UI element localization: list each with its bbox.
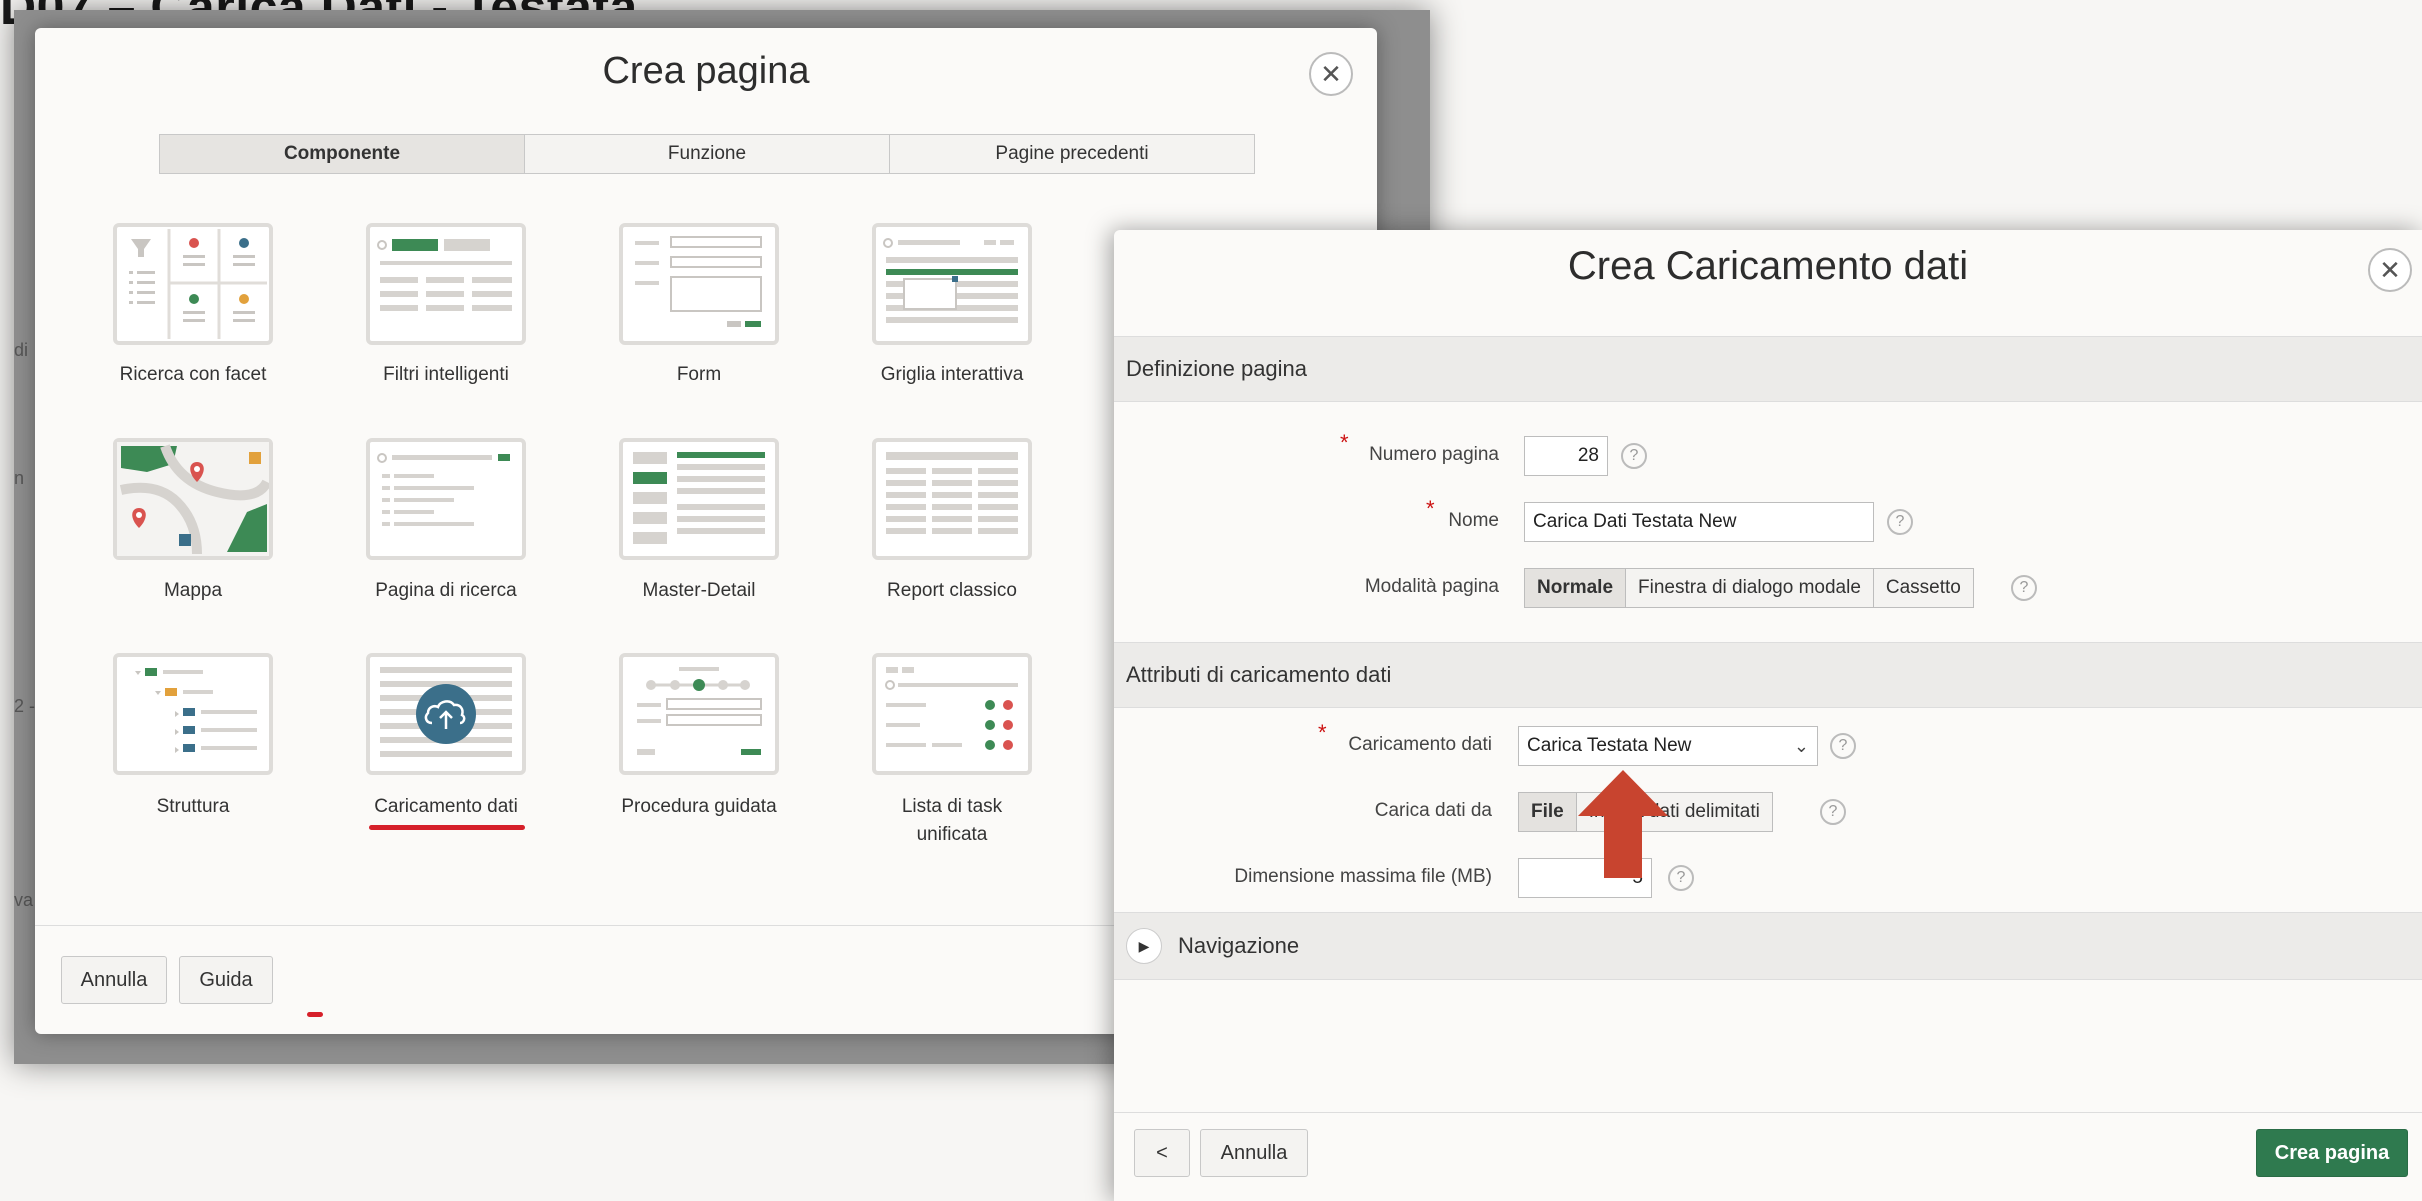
chevron-down-icon: ⌄ (1793, 735, 1809, 756)
interactive-grid-icon (883, 238, 1018, 323)
tile-tree[interactable] (113, 653, 273, 775)
help-icon[interactable]: ? (1887, 509, 1913, 535)
tile-label: Struttura (156, 796, 230, 817)
section-title: Navigazione (1178, 933, 1300, 958)
close-button[interactable]: ✕ (1309, 52, 1353, 96)
unified-task-list-icon (885, 667, 1018, 750)
master-detail-icon (633, 452, 765, 544)
tile-label: Filtri intelligenti (383, 364, 509, 385)
create-page-button[interactable]: Crea pagina (2256, 1129, 2408, 1177)
cancel-button[interactable]: Annulla (1200, 1129, 1308, 1177)
classic-report-icon (886, 452, 1018, 534)
pointer-arrow-icon (1578, 770, 1668, 878)
section-title: Definizione pagina (1126, 356, 1308, 381)
tab-bar: Componente Funzione Pagine precedenti (159, 134, 1255, 174)
page-number-label: Numero pagina (1369, 444, 1499, 465)
page-mode-label: Modalità pagina (1364, 576, 1499, 597)
tile-label: Griglia interattiva (880, 364, 1024, 385)
bg-fragment: va (14, 890, 34, 910)
tile-label: Lista di task unificata (901, 796, 1003, 845)
section-page-definition: Definizione pagina (1114, 336, 2422, 402)
help-icon[interactable]: ? (1621, 443, 1647, 469)
tile-smart-filters[interactable] (366, 223, 526, 345)
chevron-left-icon: < (1156, 1141, 1168, 1164)
tab-componente[interactable]: Componente (160, 135, 525, 173)
tile-label: Mappa (163, 580, 223, 601)
tile-label: Master-Detail (642, 580, 756, 601)
dialog-title: Crea Caricamento dati (1567, 244, 1969, 288)
form-icon (635, 236, 762, 327)
tile-label: Caricamento dati (374, 796, 518, 817)
search-page-icon (377, 453, 510, 526)
page-mode-drawer[interactable]: Cassetto (1874, 569, 1973, 607)
help-icon[interactable]: ? (2011, 575, 2037, 601)
tab-funzione[interactable]: Funzione (525, 135, 890, 173)
tile-unified-task-list[interactable] (872, 653, 1032, 775)
tile-map[interactable] (113, 438, 273, 560)
tree-icon (135, 668, 257, 753)
page-mode-normal[interactable]: Normale (1525, 569, 1627, 607)
tile-label: Pagina di ricerca (375, 580, 517, 601)
cursor-mark (307, 1012, 323, 1017)
section-navigation[interactable]: ▶ Navigazione (1114, 912, 2422, 980)
close-icon: ✕ (2379, 254, 2401, 285)
tile-form[interactable] (619, 223, 779, 345)
tab-pagine-precedenti[interactable]: Pagine precedenti (890, 135, 1254, 173)
help-button[interactable]: Guida (179, 956, 273, 1004)
tile-classic-report[interactable] (872, 438, 1032, 560)
bg-fragment: n (14, 468, 25, 488)
tile-data-loading[interactable] (366, 653, 526, 775)
tile-search-page[interactable] (366, 438, 526, 560)
expand-icon: ▶ (1126, 928, 1162, 964)
close-button[interactable]: ✕ (2368, 248, 2412, 292)
tile-label: Procedura guidata (621, 796, 777, 817)
wizard-icon (637, 667, 762, 755)
tile-label: Ricerca con facet (119, 364, 267, 385)
help-icon[interactable]: ? (1830, 733, 1856, 759)
tile-master-detail[interactable] (619, 438, 779, 560)
load-from-file[interactable]: File (1519, 793, 1577, 831)
data-loading-icon (380, 667, 512, 757)
bg-fragment: di (14, 340, 29, 360)
data-load-select[interactable]: Carica Testata New ⌄ (1518, 726, 1818, 766)
create-data-load-dialog: Crea Caricamento dati ✕ Definizione pagi… (1114, 230, 2422, 1201)
faceted-search-icon (129, 229, 267, 339)
section-data-load-attributes: Attributi di caricamento dati (1114, 642, 2422, 708)
max-size-label: Dimensione massima file (MB) (1234, 866, 1492, 887)
bg-fragment: 2 - (14, 696, 36, 716)
page-number-input[interactable]: 28 (1524, 436, 1608, 476)
help-icon[interactable]: ? (1668, 865, 1694, 891)
tile-label: Report classico (887, 580, 1017, 601)
tile-label: Form (676, 364, 722, 385)
page-mode-modal-dialog[interactable]: Finestra di dialogo modale (1626, 569, 1874, 607)
selection-underline (369, 825, 525, 830)
cancel-button[interactable]: Annulla (61, 956, 167, 1004)
tile-wizard[interactable] (619, 653, 779, 775)
close-icon: ✕ (1320, 58, 1342, 89)
help-icon[interactable]: ? (1820, 799, 1846, 825)
load-from-label: Carica dati da (1374, 800, 1492, 821)
back-button[interactable]: < (1134, 1129, 1190, 1177)
data-load-label: Caricamento dati (1348, 734, 1492, 755)
tile-faceted-search[interactable] (113, 223, 273, 345)
name-input[interactable]: Carica Dati Testata New (1524, 502, 1874, 542)
name-label: Nome (1448, 510, 1499, 531)
tile-interactive-grid[interactable] (872, 223, 1032, 345)
map-icon (117, 442, 272, 556)
smart-filters-icon (377, 239, 512, 311)
dialog-footer: < Annulla Crea pagina (1114, 1112, 2422, 1201)
page-mode-radio-group: Normale Finestra di dialogo modale Casse… (1524, 568, 1974, 608)
section-title: Attributi di caricamento dati (1126, 662, 1392, 687)
dialog-title: Crea pagina (602, 50, 810, 92)
data-load-selected: Carica Testata New (1527, 735, 1692, 756)
